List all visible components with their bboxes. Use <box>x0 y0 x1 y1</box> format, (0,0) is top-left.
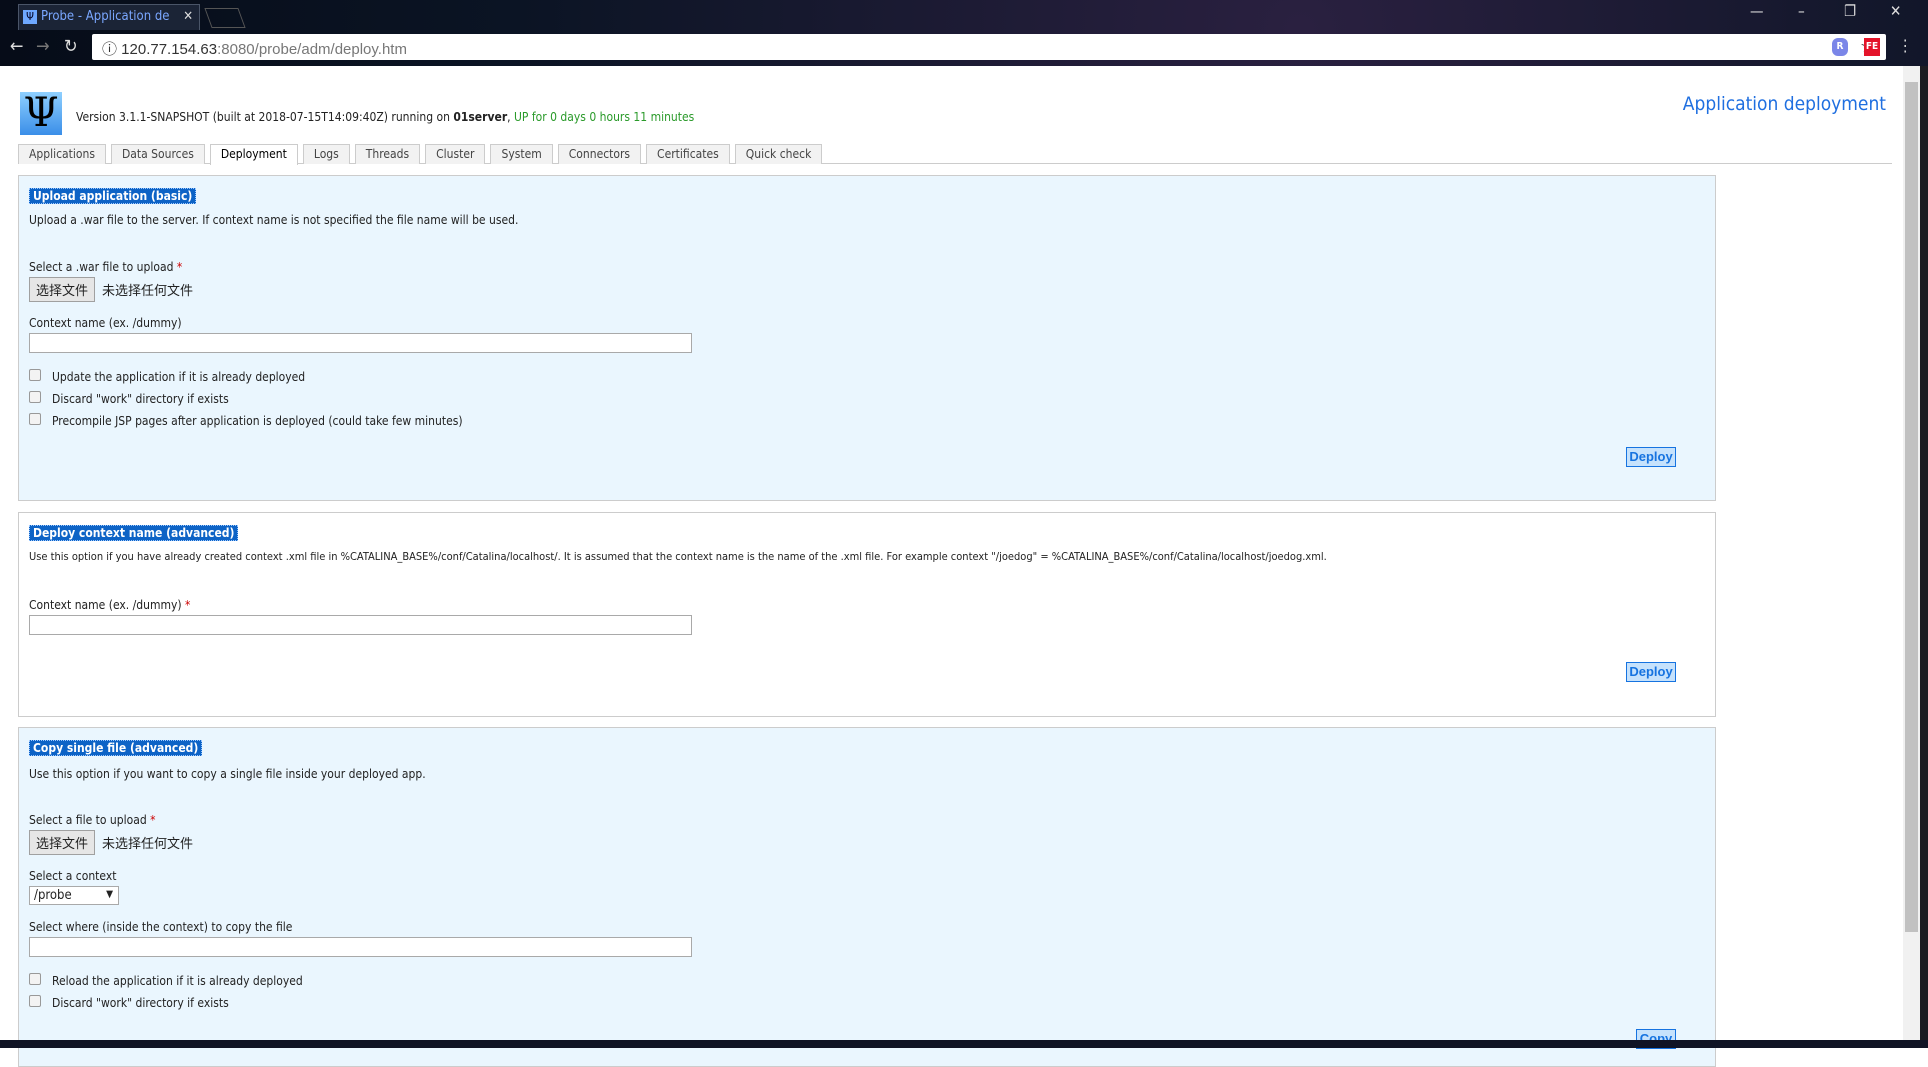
precompile-checkbox[interactable] <box>29 413 41 425</box>
upload-application-section: Upload application (basic) Upload a .war… <box>18 175 1716 501</box>
copy-single-file-section: Copy single file (advanced) Use this opt… <box>18 727 1716 1067</box>
minimize-icon[interactable]: — <box>1750 2 1764 20</box>
vertical-scrollbar[interactable] <box>1903 66 1920 1040</box>
choose-file-button[interactable]: 选择文件 <box>29 830 96 855</box>
tab-system[interactable]: System <box>490 144 553 164</box>
checkbox-label: Discard "work" directory if exists <box>52 996 229 1010</box>
tab-threads[interactable]: Threads <box>354 144 421 164</box>
close-window-icon[interactable]: ✕ <box>1890 2 1901 20</box>
extension-r-icon[interactable]: R <box>1832 38 1848 56</box>
tab-cluster[interactable]: Cluster <box>425 144 486 164</box>
label-text: Context name (ex. /dummy) <box>29 598 182 612</box>
checkbox-label: Discard "work" directory if exists <box>52 392 229 406</box>
file-label: Select a file to upload * <box>29 813 156 827</box>
tab-certificates[interactable]: Certificates <box>646 144 730 164</box>
browser-chrome: Ψ Probe - Application de ✕ — – ❐ ✕ ← → ↻ ⓘ… <box>0 0 1928 66</box>
checkbox-label: Update the application if it is already … <box>52 370 306 384</box>
deploy-button[interactable]: Deploy <box>1626 662 1676 682</box>
restore-window-icon[interactable]: ❐ <box>1844 2 1856 20</box>
probe-favicon-icon: Ψ <box>23 10 37 24</box>
info-icon: ⓘ <box>102 41 122 58</box>
page-title: Application deployment <box>1682 93 1886 115</box>
address-bar[interactable]: ⓘ 120.77.154.63:8080/probe/adm/deploy.ht… <box>92 34 1886 60</box>
tab-deployment[interactable]: Deployment <box>209 144 298 165</box>
tab-title: Probe - Application de <box>41 9 170 24</box>
file-label: Select a .war file to upload * <box>29 260 182 274</box>
section-legend: Deploy context name (advanced) <box>29 525 239 541</box>
taskbar <box>0 1040 1928 1048</box>
tab-data-sources[interactable]: Data Sources <box>110 144 205 164</box>
section-legend: Upload application (basic) <box>29 188 197 204</box>
dropdown-arrow-icon: ▼ <box>106 889 113 900</box>
uptime-text: UP for 0 days 0 hours 11 minutes <box>514 110 695 124</box>
context-label: Context name (ex. /dummy) * <box>29 598 190 612</box>
discard-work-checkbox[interactable] <box>29 995 41 1007</box>
where-label: Select where (inside the context) to cop… <box>29 920 293 934</box>
reload-checkbox[interactable] <box>29 973 41 985</box>
deploy-button[interactable]: Deploy <box>1626 447 1676 467</box>
tab-logs[interactable]: Logs <box>302 144 350 164</box>
section-description: Use this option if you have already crea… <box>29 550 1327 563</box>
url-path: :8080/probe/adm/deploy.htm <box>217 41 407 58</box>
section-description: Upload a .war file to the server. If con… <box>29 213 519 227</box>
discard-work-checkbox[interactable] <box>29 391 41 403</box>
required-mark: * <box>185 598 191 612</box>
no-file-text: 未选择任何文件 <box>102 837 194 852</box>
back-icon[interactable]: ← <box>10 36 24 57</box>
menu-icon[interactable]: ⋮ <box>1898 36 1912 55</box>
checkbox-label: Reload the application if it is already … <box>52 974 303 988</box>
main-tabs: Applications Data Sources Deployment Logs Th… <box>18 144 1892 165</box>
context-name-input[interactable] <box>29 615 692 635</box>
server-name: 01server <box>453 110 508 124</box>
where-input[interactable] <box>29 937 692 957</box>
selected-value: /probe <box>34 888 72 903</box>
label-text: Select a .war file to upload <box>29 260 174 274</box>
browser-tab[interactable]: Ψ Probe - Application de ✕ <box>18 4 200 30</box>
close-tab-icon[interactable]: ✕ <box>183 9 193 24</box>
window-edge <box>1920 66 1928 1040</box>
required-mark: * <box>176 260 183 274</box>
section-description: Use this option if you want to copy a si… <box>29 767 426 781</box>
choose-file-button[interactable]: 选择文件 <box>29 277 96 302</box>
deploy-context-section: Deploy context name (advanced) Use this … <box>18 512 1716 717</box>
sep: , <box>507 110 515 124</box>
version-text: Version 3.1.1-SNAPSHOT (built at 2018-07… <box>76 110 454 124</box>
version-info: Version 3.1.1-SNAPSHOT (built at 2018-07… <box>76 110 694 124</box>
tab-applications[interactable]: Applications <box>18 144 106 164</box>
scrollbar-thumb[interactable] <box>1905 82 1918 932</box>
tab-connectors[interactable]: Connectors <box>557 144 642 164</box>
forward-icon[interactable]: → <box>36 36 50 57</box>
section-legend: Copy single file (advanced) <box>29 740 203 756</box>
extension-fe-icon[interactable]: FE <box>1864 38 1880 56</box>
minimize-window-icon[interactable]: – <box>1798 2 1805 20</box>
reload-icon[interactable]: ↻ <box>64 36 78 57</box>
update-checkbox[interactable] <box>29 369 41 381</box>
required-mark: * <box>150 813 156 827</box>
new-tab-button[interactable] <box>204 8 246 28</box>
tab-quick-check[interactable]: Quick check <box>734 144 823 164</box>
context-select-label: Select a context <box>29 869 117 883</box>
label-text: Select a file to upload <box>29 813 147 827</box>
context-select[interactable]: /probe ▼ <box>29 886 119 905</box>
context-label: Context name (ex. /dummy) <box>29 316 182 330</box>
no-file-text: 未选择任何文件 <box>102 284 194 299</box>
checkbox-label: Precompile JSP pages after application i… <box>52 414 463 428</box>
probe-logo: Ψ <box>20 92 62 135</box>
url-host: 120.77.154.63 <box>121 41 218 58</box>
context-name-input[interactable] <box>29 333 692 353</box>
